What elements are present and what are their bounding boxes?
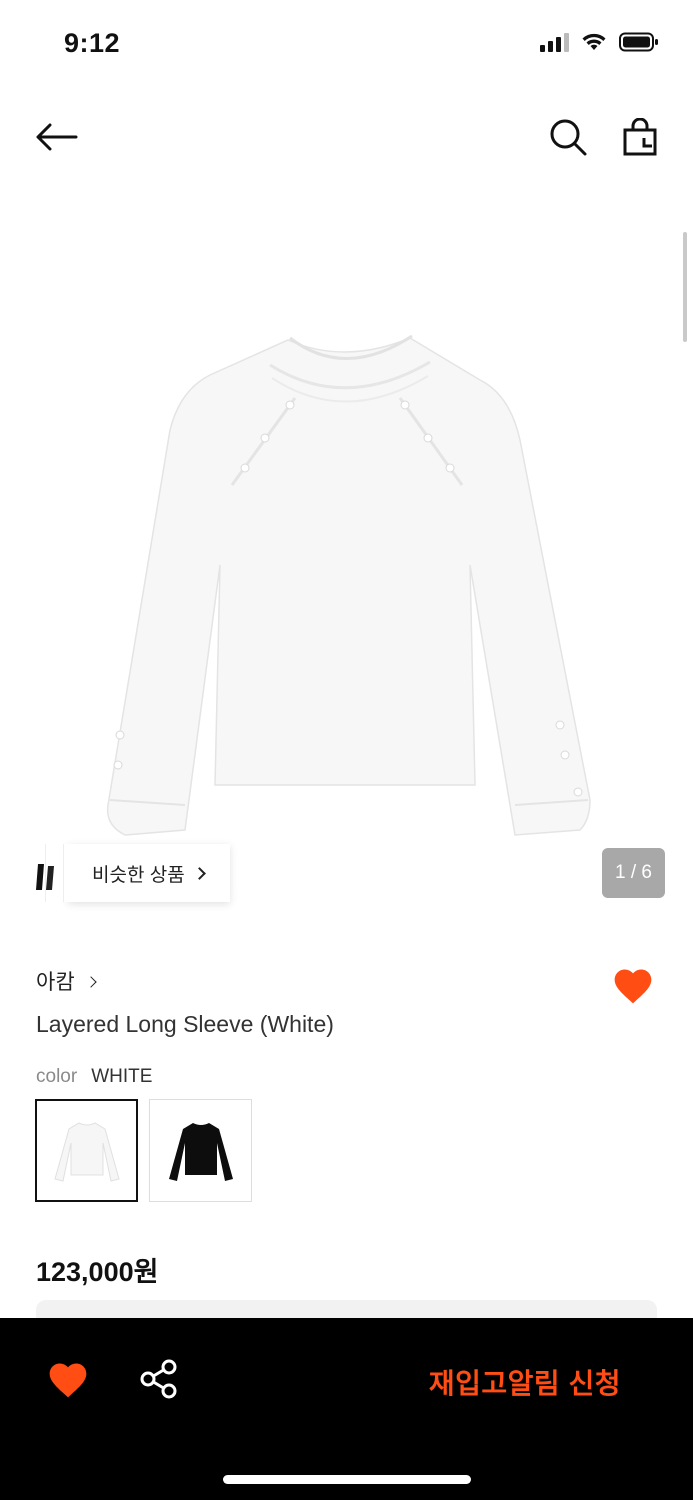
header xyxy=(0,100,693,174)
status-time: 9:12 xyxy=(64,28,121,58)
home-indicator[interactable] xyxy=(223,1475,471,1484)
color-value: WHITE xyxy=(91,1066,153,1087)
color-row: color WHITE xyxy=(36,1066,152,1088)
bottom-action-bar: 재입고알림 신청 xyxy=(0,1318,693,1500)
similar-products-label: 비슷한 상품 xyxy=(92,864,185,886)
chevron-right-icon xyxy=(192,867,206,880)
similar-thumb xyxy=(28,844,46,902)
brand-link[interactable]: 아캄 xyxy=(36,966,97,996)
color-swatch-white[interactable] xyxy=(35,1099,138,1202)
image-page-counter: 1 / 6 xyxy=(602,848,665,898)
similar-products-button[interactable]: 비슷한 상품 xyxy=(28,844,230,902)
wishlist-button[interactable] xyxy=(611,964,655,1008)
restock-alert-button[interactable]: 재입고알림 신청 xyxy=(429,1362,621,1402)
wifi-icon xyxy=(581,32,607,52)
share-button[interactable] xyxy=(138,1358,180,1400)
brand-name: 아캄 xyxy=(36,971,75,994)
similar-products-thumbnails xyxy=(28,844,68,902)
similar-products-label-box: 비슷한 상품 xyxy=(68,844,230,902)
search-icon xyxy=(550,119,587,156)
share-icon xyxy=(140,1359,177,1399)
heart-icon xyxy=(49,1363,87,1398)
similar-thumb xyxy=(46,844,64,902)
back-arrow-icon xyxy=(36,123,78,151)
chevron-right-icon xyxy=(84,975,97,988)
product-image[interactable] xyxy=(0,180,693,910)
back-button[interactable] xyxy=(30,114,82,160)
product-name: Layered Long Sleeve (White) xyxy=(36,1011,334,1037)
color-label: color xyxy=(36,1066,78,1087)
heart-icon xyxy=(614,969,652,1004)
product-price: 123,000원 xyxy=(36,1257,159,1287)
signal-icon xyxy=(540,32,569,52)
status-bar: 9:12 xyxy=(0,0,693,90)
black-shirt-thumbnail xyxy=(168,1122,233,1181)
shopping-bag-button[interactable] xyxy=(615,112,665,162)
white-shirt-thumbnail xyxy=(53,1121,120,1182)
color-swatch-black[interactable] xyxy=(149,1099,252,1202)
battery-icon xyxy=(619,32,659,52)
shopping-bag-icon xyxy=(623,118,657,156)
search-button[interactable] xyxy=(543,112,593,162)
bottom-wishlist-button[interactable] xyxy=(46,1358,90,1402)
status-icons xyxy=(540,32,659,52)
